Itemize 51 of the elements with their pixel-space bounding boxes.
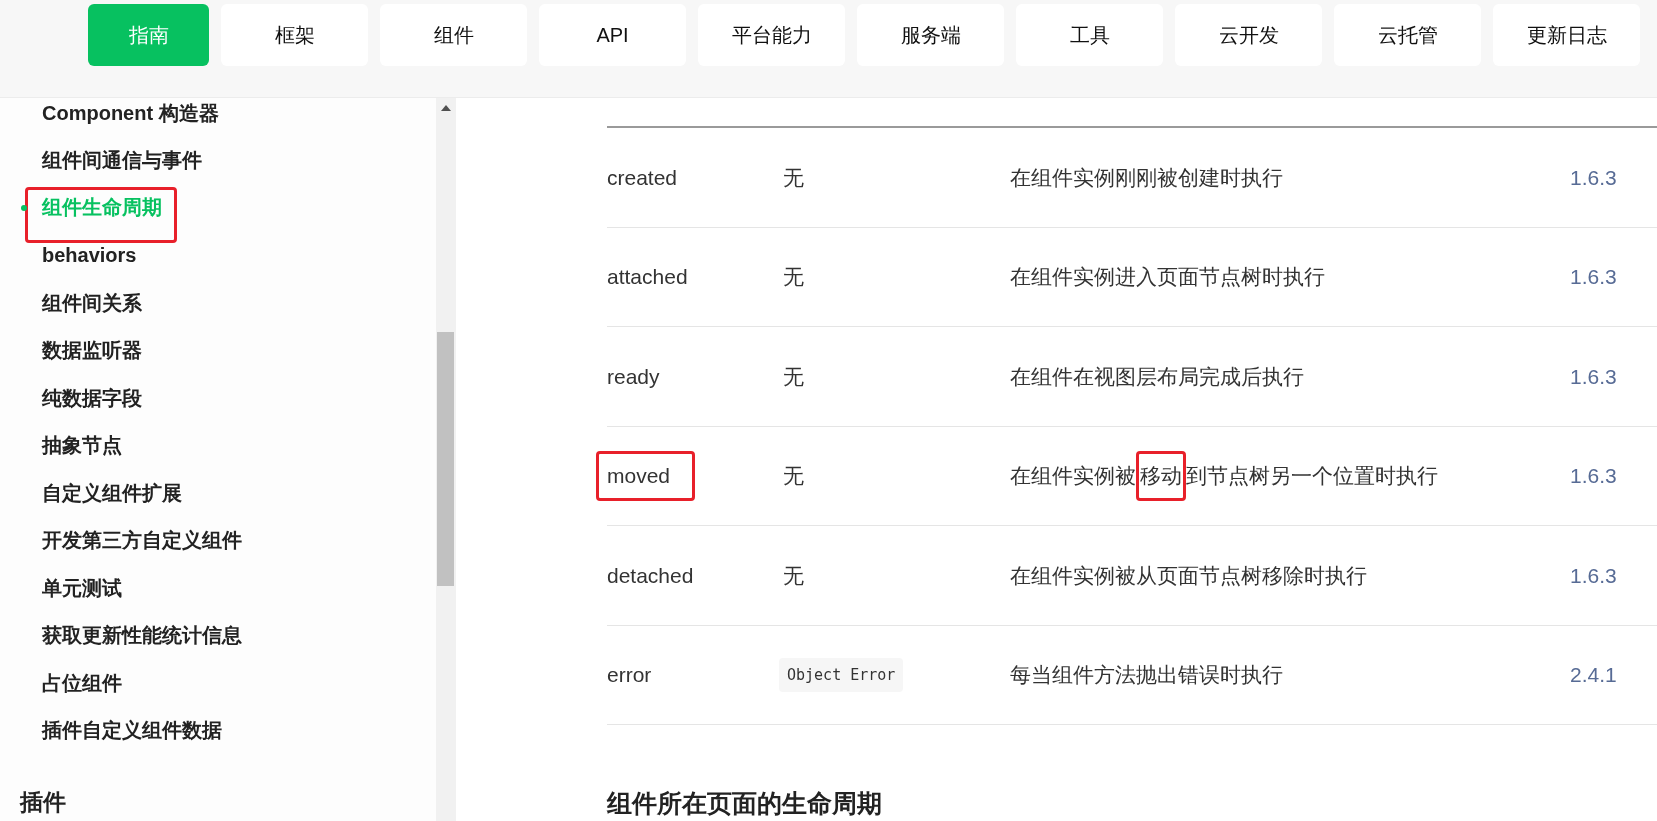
section-heading: 组件所在页面的生命周期: [607, 788, 882, 819]
sidebar-item[interactable]: 占位组件: [42, 667, 122, 698]
table-cell-text: attached: [607, 264, 688, 290]
sidebar-item[interactable]: Component 构造器: [42, 98, 219, 128]
table-cell-text: error: [607, 662, 652, 688]
table-cell-text: 无: [783, 363, 804, 390]
sidebar-item[interactable]: 数据监听器: [42, 335, 142, 366]
nav-tab[interactable]: 组件: [380, 4, 527, 66]
table-cell-text: 无: [783, 562, 804, 589]
table-cell-text: 在组件在视图层布局完成后执行: [1010, 363, 1304, 390]
table-cell-text: 无: [783, 264, 804, 290]
nav-tab[interactable]: 云托管: [1334, 4, 1481, 66]
sidebar-item[interactable]: 获取更新性能统计信息: [42, 620, 242, 651]
version-link[interactable]: 1.6.3: [1570, 559, 1617, 591]
scrollbar[interactable]: [436, 98, 456, 821]
table-cell-text: 在组件实例被从页面节点树移除时执行: [1010, 562, 1367, 589]
sidebar-item[interactable]: 组件间关系: [42, 287, 142, 318]
table-cell-text: 在组件实例进入页面节点树时执行: [1010, 264, 1325, 290]
table-cell-text: detached: [607, 562, 694, 589]
scroll-up-icon[interactable]: [441, 104, 451, 111]
table-cell-text: 无: [783, 164, 804, 191]
scrollbar-thumb[interactable]: [437, 332, 454, 586]
version-link[interactable]: 1.6.3: [1570, 460, 1617, 492]
code-snippet: Object Error: [779, 657, 904, 692]
version-link[interactable]: 1.6.3: [1570, 360, 1617, 392]
version-link[interactable]: 1.6.3: [1570, 261, 1617, 293]
sidebar-item[interactable]: 自定义组件扩展: [42, 477, 182, 508]
sidebar-item[interactable]: 单元测试: [42, 572, 122, 603]
sidebar-item[interactable]: 开发第三方自定义组件: [42, 525, 242, 556]
section-title: 插件: [20, 788, 66, 816]
sidebar-item[interactable]: behaviors: [42, 240, 137, 271]
nav-tab[interactable]: 工具: [1016, 4, 1163, 66]
nav-tab[interactable]: 服务端: [857, 4, 1004, 66]
table-cell-text: ready: [607, 363, 660, 390]
sidebar-item[interactable]: 组件间通信与事件: [42, 145, 202, 176]
table-cell: moved: [596, 451, 696, 501]
table-cell-text: created: [607, 164, 678, 191]
nav-tab[interactable]: 云开发: [1175, 4, 1322, 66]
version-link[interactable]: 1.6.3: [1570, 161, 1617, 193]
nav-tab[interactable]: 框架: [221, 4, 368, 66]
version-link[interactable]: 2.4.1: [1570, 659, 1617, 691]
sidebar-item[interactable]: 纯数据字段: [42, 382, 142, 413]
sidebar-item[interactable]: 插件自定义组件数据: [42, 715, 222, 746]
table-cell: 在组件实例被 移动 到节点树另一个位置时执行: [1010, 451, 1438, 501]
nav-tab[interactable]: 平台能力: [698, 4, 845, 66]
nav-tab[interactable]: API: [539, 4, 686, 66]
table-cell-text: 每当组件方法抛出错误时执行: [1010, 662, 1283, 688]
table-cell-text: 无: [783, 463, 804, 489]
sidebar-item[interactable]: 抽象节点: [42, 430, 122, 461]
table-cell-text: 在组件实例刚刚被创建时执行: [1010, 164, 1283, 191]
nav-tab[interactable]: 更新日志: [1493, 4, 1640, 66]
